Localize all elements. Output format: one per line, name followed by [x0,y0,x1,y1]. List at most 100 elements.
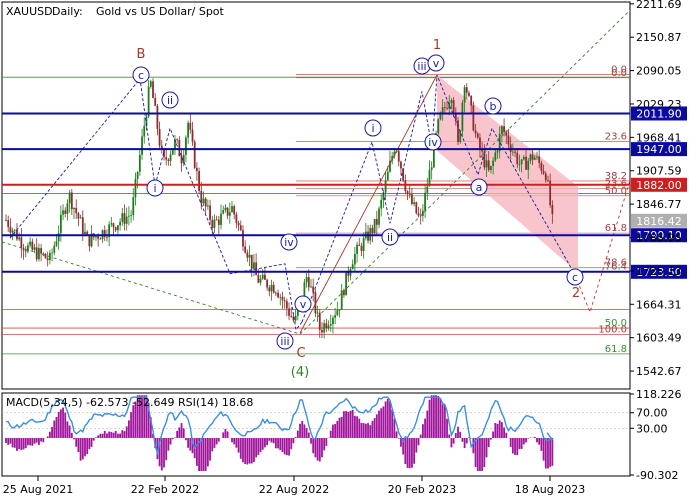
candle-body [321,330,323,333]
candle-body [415,202,418,214]
macd-histogram-bar [395,431,398,438]
candle-body [270,284,273,292]
candle-body [209,205,211,220]
candle-body [253,262,255,269]
macd-histogram-bar [345,411,348,438]
macd-histogram-bar [178,427,181,438]
macd-histogram-bar [428,399,431,438]
macd-histogram-bar [353,415,356,438]
macd-histogram-bar [55,416,58,438]
price-tick-label: 2029.23 [636,98,682,111]
chart-canvas: 0.00.023.638.223.650.061.878.676.450.010… [1,0,687,496]
wave-label: v [433,57,440,70]
macd-histogram-bar [384,401,387,438]
candle-body [66,203,69,214]
time-tick-label: 22 Feb 2022 [131,483,199,496]
candle-body [187,122,190,138]
candle-body [360,245,363,251]
candle-body [362,238,365,251]
candle-body [215,219,218,221]
candle-body [522,156,525,160]
candle-body [397,151,400,162]
macd-histogram-bar [397,437,400,439]
candle-body [446,107,448,109]
macd-histogram-bar [211,437,214,452]
macd-histogram-bar [446,418,448,438]
wave-label: i [371,122,374,135]
macd-histogram-bar [373,418,376,438]
macd-histogram-bar [542,437,545,461]
macd-histogram-bar [452,437,455,444]
candle-body [340,290,343,310]
macd-histogram-bar [386,398,389,438]
macd-histogram-bar [261,437,264,450]
macd-histogram-bar [336,420,339,438]
candle-body [239,225,242,231]
candle-body [345,272,348,296]
candle-body [20,237,23,249]
macd-histogram-bar [200,437,203,471]
macd-histogram-bar [465,437,468,444]
macd-histogram-bar [347,411,350,438]
candle-body [248,254,251,258]
macd-histogram-bar [457,426,459,438]
candle-body [527,160,530,170]
macd-histogram-bar [356,416,358,438]
candle-body [143,125,146,137]
fib-label-upper: 23.6 [605,131,627,142]
time-tick-label: 18 Aug 2023 [515,483,585,496]
candle-body [516,152,519,165]
macd-histogram-bar [312,437,315,454]
macd-histogram-bar [408,437,411,469]
macd-histogram-bar [378,410,380,438]
price-tick-label: 1542.67 [636,365,682,378]
candle-body [323,323,326,333]
candle-body [336,310,339,316]
level-price-label: 1947.00 [636,143,682,156]
macd-histogram-bar [99,433,102,438]
macd-histogram-bar [360,422,363,438]
candle-body [283,300,286,302]
candle-body [114,227,117,231]
macd-histogram-bar [182,428,185,438]
macd-histogram-bar [518,437,521,450]
price-tick-label: 1785.95 [636,232,682,245]
macd-histogram-bar [167,437,170,451]
macd-histogram-bar [259,437,262,453]
candle-body [353,253,356,265]
candle-body [97,236,100,239]
macd-histogram-bar [338,417,341,438]
macd-histogram-bar [9,437,12,444]
candle-body [123,213,126,224]
macd-histogram-bar [292,437,295,444]
macd-histogram-bar [288,437,290,456]
candle-body [195,167,198,172]
wave-label: c [572,271,578,284]
macd-histogram-bar [424,418,426,438]
macd-histogram-bar [169,437,172,445]
candle-body [222,209,225,214]
macd-histogram-bar [101,433,104,438]
candle-body [44,254,47,259]
candle-body [457,120,459,143]
chart-timeframe: Daily: [52,5,83,18]
macd-histogram-bar [274,437,277,449]
candle-body [11,230,14,233]
macd-histogram-bar [112,432,115,438]
time-tick-label: 20 Feb 2023 [388,483,456,496]
macd-histogram-bar [81,437,84,460]
wave-label: iii [417,60,426,73]
candle-body [468,92,470,96]
chart-symbol: XAUUSD [6,5,53,18]
macd-histogram-bar [132,405,135,438]
macd-histogram-bar [430,395,433,438]
macd-histogram-bar [75,437,78,447]
candle-body [211,219,214,228]
macd-histogram-bar [86,437,89,455]
candle-body [22,248,25,251]
candle-body [294,315,297,321]
candle-body [544,173,547,181]
macd-histogram-bar [426,410,429,438]
candle-body [542,170,545,174]
macd-histogram-bar [437,395,440,438]
